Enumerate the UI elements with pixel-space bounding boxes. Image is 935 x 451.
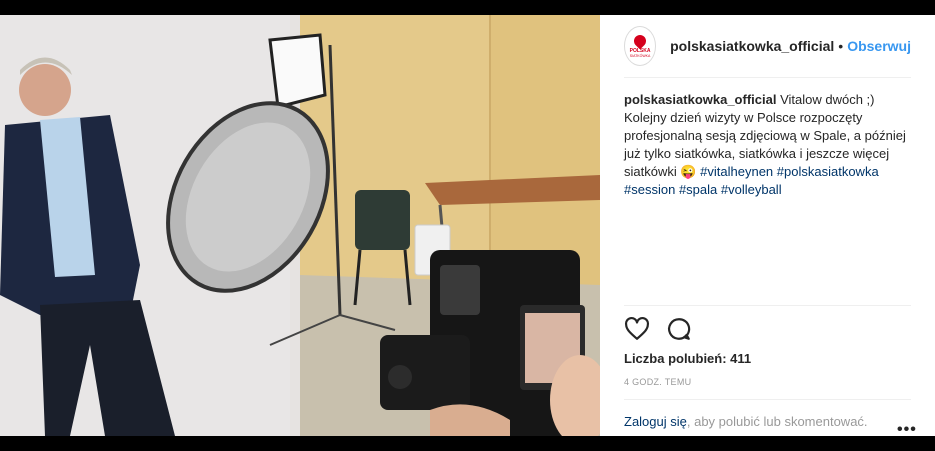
follow-button[interactable]: Obserwuj bbox=[847, 38, 911, 54]
login-prompt-text: , aby polubić lub skomentować. bbox=[686, 414, 868, 429]
avatar[interactable]: POLSKA SIATKÓWKA bbox=[624, 26, 657, 66]
hashtag-link[interactable]: #polskasiatkowka bbox=[777, 164, 879, 179]
bottom-black-bar bbox=[0, 436, 935, 451]
hashtag-link[interactable]: #spala bbox=[679, 182, 717, 197]
post-header: POLSKA SIATKÓWKA polskasiatkowka_officia… bbox=[624, 15, 911, 78]
likes-count[interactable]: Liczba polubień: 411 bbox=[624, 351, 751, 366]
post-timestamp[interactable]: 4 GODZ. TEMU bbox=[624, 377, 691, 387]
top-black-bar bbox=[0, 0, 935, 15]
comment-icon[interactable] bbox=[666, 316, 692, 342]
header-username-link[interactable]: polskasiatkowka_official bbox=[670, 38, 834, 54]
post-side-panel: POLSKA SIATKÓWKA polskasiatkowka_officia… bbox=[600, 15, 935, 438]
login-prompt: Zaloguj się, aby polubić lub skomentować… bbox=[624, 399, 911, 429]
avatar-logo-line2: SIATKÓWKA bbox=[629, 53, 651, 58]
login-link[interactable]: Zaloguj się bbox=[624, 414, 687, 429]
header-separator: • bbox=[838, 38, 844, 54]
hashtag-link[interactable]: #volleyball bbox=[721, 182, 782, 197]
hashtag-link[interactable]: #session bbox=[624, 182, 675, 197]
post-caption: polskasiatkowka_official Vitalow dwóch ;… bbox=[624, 91, 914, 199]
polska-siatkowka-logo-icon bbox=[631, 32, 649, 49]
heart-icon[interactable] bbox=[624, 316, 650, 342]
post-photo[interactable] bbox=[0, 15, 600, 436]
hashtag-link[interactable]: #vitalheynen bbox=[700, 164, 773, 179]
caption-username-link[interactable]: polskasiatkowka_official bbox=[624, 92, 776, 107]
post-actions bbox=[624, 305, 911, 342]
